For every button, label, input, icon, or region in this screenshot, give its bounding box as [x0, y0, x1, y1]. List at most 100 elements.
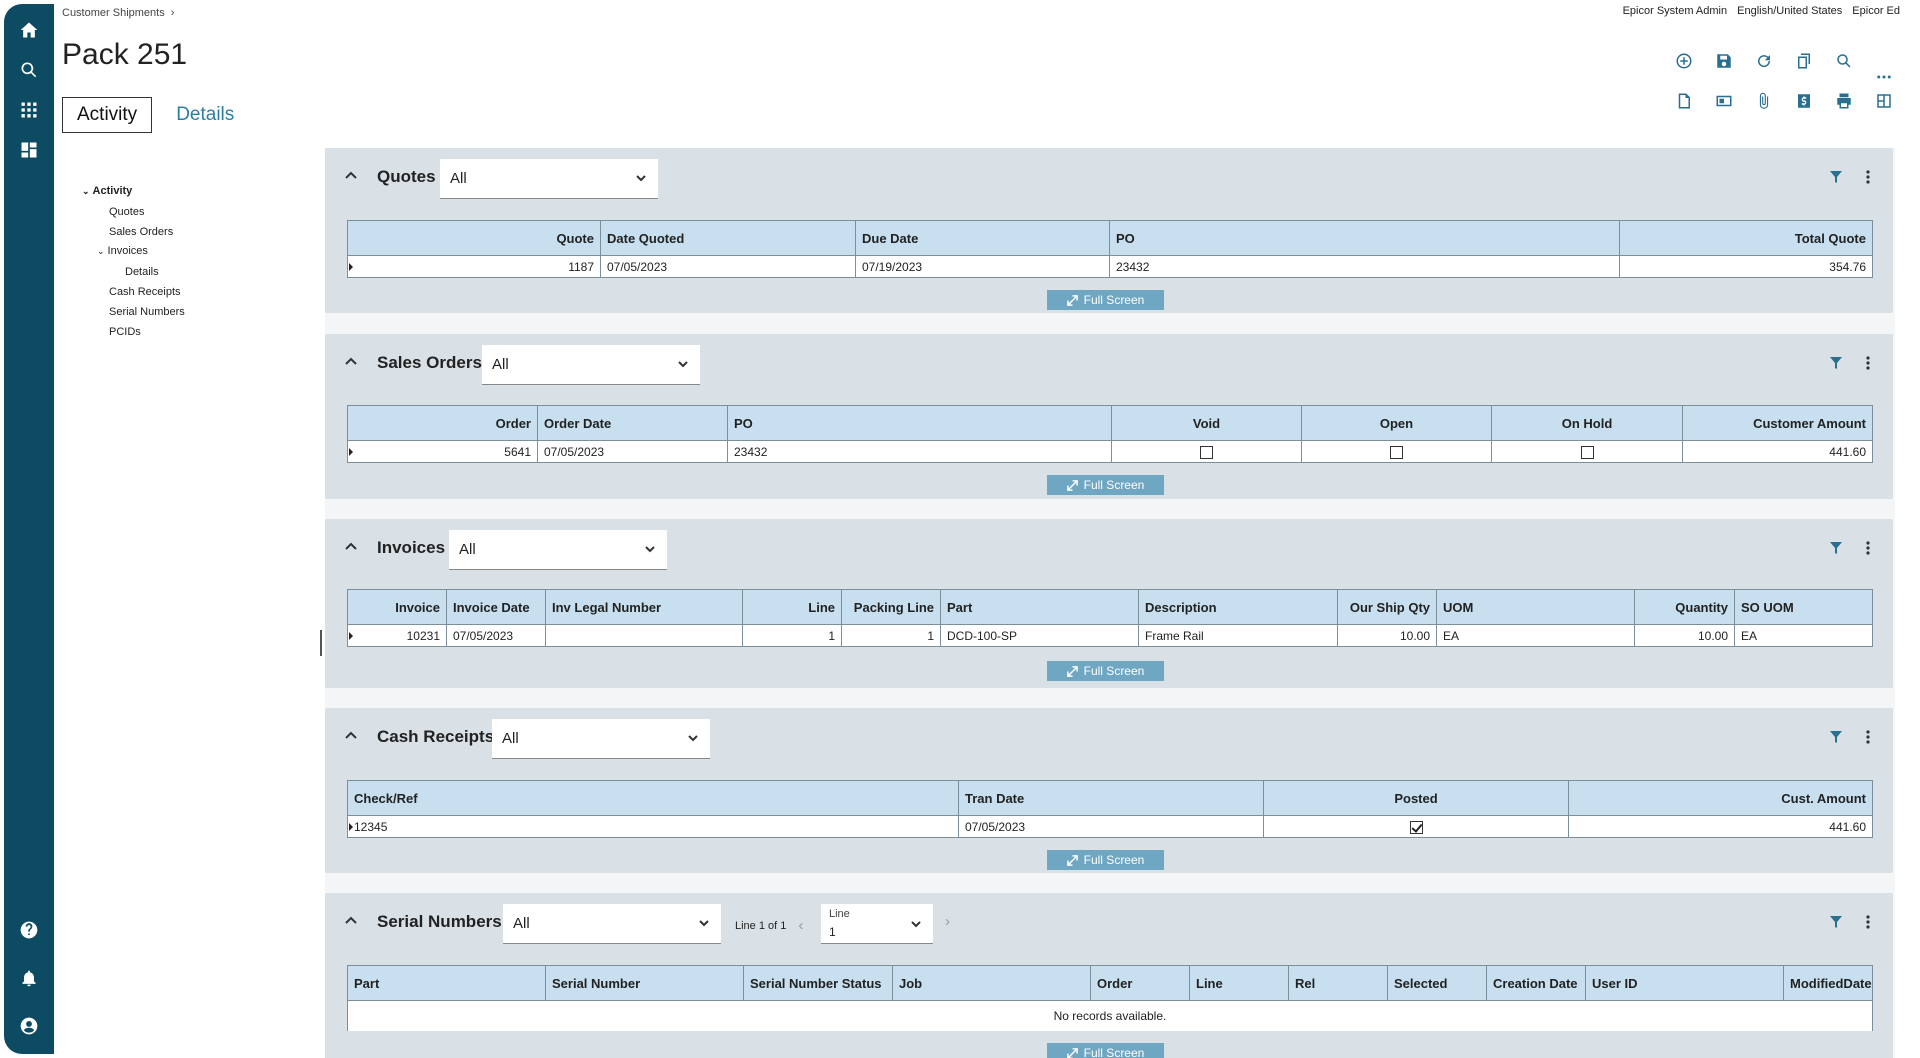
- order-date-cell[interactable]: 07/05/2023: [537, 440, 728, 463]
- column-header[interactable]: Order Date: [537, 405, 728, 441]
- full-screen-button[interactable]: Full Screen: [1047, 1043, 1164, 1058]
- column-header[interactable]: Check/Ref: [347, 780, 959, 816]
- language[interactable]: English/United States: [1737, 5, 1842, 17]
- company[interactable]: Epicor Ed: [1852, 5, 1900, 17]
- new-page-icon[interactable]: [1670, 88, 1698, 114]
- collapse-icon[interactable]: [343, 354, 363, 374]
- column-header[interactable]: Due Date: [855, 220, 1110, 256]
- legal-number-cell[interactable]: [545, 624, 743, 647]
- column-header[interactable]: Part: [347, 965, 546, 1001]
- on-hold-checkbox[interactable]: [1580, 445, 1594, 459]
- column-header[interactable]: PO: [1109, 220, 1620, 256]
- serial-numbers-filter-select[interactable]: All: [503, 904, 721, 944]
- table-row[interactable]: 10231 07/05/2023 1 1 DCD-100-SP Frame Ra…: [347, 624, 1873, 647]
- filter-icon[interactable]: [1829, 913, 1843, 931]
- save-icon[interactable]: [1710, 48, 1738, 74]
- filter-icon[interactable]: [1829, 728, 1843, 746]
- breadcrumb-item[interactable]: Customer Shipments: [62, 7, 165, 19]
- cust-amount-cell[interactable]: 441.60: [1568, 815, 1873, 838]
- quotes-filter-select[interactable]: All: [440, 159, 658, 199]
- filter-icon[interactable]: [1829, 168, 1843, 186]
- full-screen-button[interactable]: Full Screen: [1047, 290, 1164, 310]
- cash-receipts-filter-select[interactable]: All: [492, 719, 710, 759]
- full-screen-button[interactable]: Full Screen: [1047, 661, 1164, 681]
- full-screen-button[interactable]: Full Screen: [1047, 475, 1164, 495]
- column-header[interactable]: Serial Number Status: [743, 965, 893, 1001]
- chevron-down-icon[interactable]: ⌄: [82, 186, 90, 197]
- column-header[interactable]: Job: [892, 965, 1091, 1001]
- column-header[interactable]: Selected: [1387, 965, 1487, 1001]
- user-name[interactable]: Epicor System Admin: [1623, 5, 1728, 17]
- po-cell[interactable]: 23432: [727, 440, 1112, 463]
- part-cell[interactable]: DCD-100-SP: [940, 624, 1139, 647]
- tree-node-cash-receipts[interactable]: Cash Receipts: [109, 286, 181, 298]
- our-ship-qty-cell[interactable]: 10.00: [1337, 624, 1437, 647]
- column-header[interactable]: SO UOM: [1734, 589, 1873, 625]
- column-header[interactable]: Packing Line: [841, 589, 941, 625]
- column-header[interactable]: Our Ship Qty: [1337, 589, 1437, 625]
- check-ref-cell[interactable]: 12345: [347, 815, 959, 838]
- column-header[interactable]: Invoice: [347, 589, 447, 625]
- table-row[interactable]: 1187 07/05/2023 07/19/2023 23432 354.76: [347, 255, 1873, 278]
- print-icon[interactable]: [1830, 88, 1858, 114]
- invoice-date-cell[interactable]: 07/05/2023: [446, 624, 546, 647]
- uom-cell[interactable]: EA: [1436, 624, 1635, 647]
- notifications-icon[interactable]: [4, 960, 54, 996]
- column-header[interactable]: Void: [1111, 405, 1302, 441]
- column-header[interactable]: PO: [727, 405, 1112, 441]
- next-icon[interactable]: ›: [945, 913, 950, 930]
- customer-amount-cell[interactable]: 441.60: [1682, 440, 1873, 463]
- column-header[interactable]: Line: [742, 589, 842, 625]
- column-header[interactable]: Quote: [347, 220, 601, 256]
- column-header[interactable]: Order: [347, 405, 538, 441]
- column-header[interactable]: On Hold: [1491, 405, 1683, 441]
- tree-node-pcids[interactable]: PCIDs: [109, 326, 141, 338]
- column-header[interactable]: Date Quoted: [600, 220, 856, 256]
- sales-orders-filter-select[interactable]: All: [482, 345, 700, 385]
- kebab-menu-icon[interactable]: [1861, 728, 1875, 746]
- total-quote-cell[interactable]: 354.76: [1619, 255, 1873, 278]
- tree-node-activity[interactable]: ⌄ Activity: [82, 185, 132, 197]
- previous-icon[interactable]: ‹: [798, 917, 803, 934]
- tree-node-serial-numbers[interactable]: Serial Numbers: [109, 306, 185, 318]
- kebab-menu-icon[interactable]: [1861, 539, 1875, 557]
- column-header[interactable]: Serial Number: [545, 965, 744, 1001]
- column-header[interactable]: Invoice Date: [446, 589, 546, 625]
- add-icon[interactable]: [1670, 48, 1698, 74]
- line-cell[interactable]: 1: [742, 624, 842, 647]
- column-header[interactable]: Inv Legal Number: [545, 589, 743, 625]
- panel-splitter[interactable]: [320, 630, 322, 656]
- void-checkbox[interactable]: [1200, 445, 1213, 459]
- invoices-filter-select[interactable]: All: [449, 530, 667, 570]
- collapse-icon[interactable]: [343, 168, 363, 188]
- card-icon[interactable]: [1710, 88, 1738, 114]
- po-cell[interactable]: 23432: [1109, 255, 1620, 278]
- column-header[interactable]: Total Quote: [1619, 220, 1873, 256]
- tab-details[interactable]: Details: [162, 97, 248, 133]
- due-date-cell[interactable]: 07/19/2023: [855, 255, 1110, 278]
- packing-line-cell[interactable]: 1: [841, 624, 941, 647]
- collapse-icon[interactable]: [343, 913, 363, 933]
- column-header[interactable]: Description: [1138, 589, 1338, 625]
- column-header[interactable]: Line: [1189, 965, 1289, 1001]
- more-icon[interactable]: [1870, 64, 1898, 90]
- column-header[interactable]: Part: [940, 589, 1139, 625]
- refresh-icon[interactable]: [1750, 48, 1778, 74]
- column-header[interactable]: Creation Date: [1486, 965, 1586, 1001]
- column-header[interactable]: ModifiedDate: [1783, 965, 1873, 1001]
- collapse-icon[interactable]: [343, 728, 363, 748]
- collapse-icon[interactable]: [343, 539, 363, 559]
- kebab-menu-icon[interactable]: [1861, 168, 1875, 186]
- description-cell[interactable]: Frame Rail: [1138, 624, 1338, 647]
- posted-checkbox[interactable]: [1409, 820, 1423, 834]
- column-header[interactable]: Tran Date: [958, 780, 1264, 816]
- column-header[interactable]: Order: [1090, 965, 1190, 1001]
- help-icon[interactable]: [4, 912, 54, 948]
- date-quoted-cell[interactable]: 07/05/2023: [600, 255, 856, 278]
- toolbar-search-icon[interactable]: [1830, 48, 1858, 74]
- table-row[interactable]: 12345 07/05/2023 441.60: [347, 815, 1873, 838]
- quantity-cell[interactable]: 10.00: [1634, 624, 1735, 647]
- column-header[interactable]: Open: [1301, 405, 1492, 441]
- column-header[interactable]: Posted: [1263, 780, 1569, 816]
- tran-date-cell[interactable]: 07/05/2023: [958, 815, 1264, 838]
